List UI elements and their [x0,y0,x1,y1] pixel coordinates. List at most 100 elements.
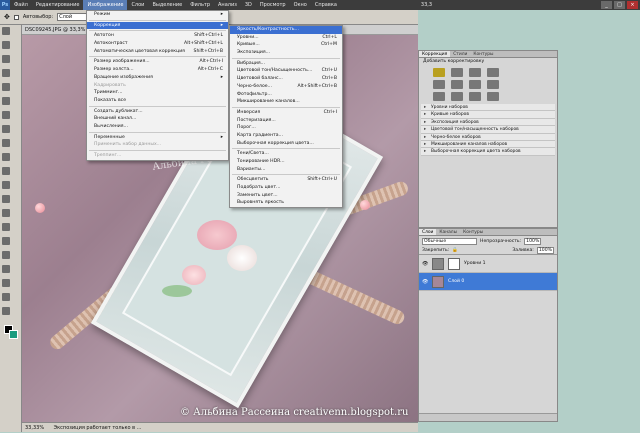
menu-7[interactable]: 3D [241,0,256,10]
correction-menu-item[interactable]: Микширование каналов... [230,98,342,106]
image-menu-item[interactable]: Автотон Shift+Ctrl+L [87,32,228,40]
correction-menu-item[interactable]: Уровни... Ctrl+L [230,34,342,42]
menu-10[interactable]: Справка [311,0,341,10]
posterize-icon[interactable] [487,92,499,101]
tool-hand-icon[interactable] [2,293,10,301]
correction-menu-item[interactable]: Цветовой тон/Насыщенность... Ctrl+U [230,67,342,75]
menu-4[interactable]: Выделение [148,0,186,10]
close-button[interactable]: × [627,1,638,9]
blend-mode-dropdown[interactable]: Обычные [422,237,477,245]
exposure-icon[interactable] [487,68,499,77]
correction-menu-item[interactable]: Экспозиция... [230,49,342,57]
tool-type-icon[interactable] [2,237,10,245]
menu-3[interactable]: Слои [127,0,148,10]
correction-menu-item[interactable]: Карта градиента... [230,132,342,140]
menu-9[interactable]: Окно [290,0,311,10]
layer-row[interactable]: 👁 Слой 0 [419,273,557,291]
image-menu-item[interactable]: Внешний канал... [87,115,228,123]
correction-menu-item[interactable]: Выборочная коррекция цвета... [230,140,342,148]
preset-item[interactable]: Микширование каналов наборов [421,140,555,149]
levels-icon[interactable] [451,68,463,77]
image-menu-item[interactable]: Вычисления... [87,123,228,131]
tool-history-brush-icon[interactable] [2,153,10,161]
color-balance-icon[interactable] [469,80,481,89]
preset-item[interactable]: Цветовой тон/насыщенность наборов [421,126,555,134]
black-white-icon[interactable] [487,80,499,89]
image-menu-item[interactable]: Вращение изображения ▸ [87,74,228,82]
hue-saturation-icon[interactable] [451,80,463,89]
menu-1[interactable]: Редактирование [32,0,84,10]
image-menu-item[interactable]: Размер холста... Alt+Ctrl+C [87,66,228,74]
correction-menu-item[interactable]: Заменить цвет... [230,192,342,200]
opacity-value[interactable]: 100% [524,237,542,245]
menu-5[interactable]: Фильтр [186,0,214,10]
correction-menu-item[interactable]: Инверсия Ctrl+I [230,109,342,117]
autoselect-dropdown[interactable]: Слой [57,13,88,21]
preset-item[interactable]: Экспозиция наборов [421,118,555,127]
correction-menu-item[interactable]: Постеризация... [230,117,342,125]
curves-icon[interactable] [469,68,481,77]
status-zoom[interactable]: 33,33% [25,425,44,431]
correction-menu-item[interactable]: Черно-белое... Alt+Shift+Ctrl+B [230,83,342,91]
tool-marquee-icon[interactable] [2,41,10,49]
tool-eyedropper-icon[interactable] [2,97,10,105]
correction-menu-item[interactable]: Фотофильтр... [230,91,342,99]
image-menu-item[interactable]: Создать дубликат... [87,108,228,116]
background-color-swatch[interactable] [9,330,18,339]
menu-6[interactable]: Анализ [214,0,241,10]
correction-menu-item[interactable]: Цветовой баланс... Ctrl+B [230,75,342,83]
correction-menu-item[interactable]: Подобрать цвет... [230,184,342,192]
menu-2[interactable]: Изображение [83,0,128,10]
tool-crop-icon[interactable] [2,83,10,91]
preset-item[interactable]: Выборочная коррекция цвета наборов [421,148,555,156]
tool-eraser-icon[interactable] [2,167,10,175]
tab-0[interactable]: Коррекция [419,51,451,57]
photo-filter-icon[interactable] [433,92,445,101]
move-tool-icon[interactable]: ✥ [4,13,10,21]
tool-move-icon[interactable] [2,27,10,35]
correction-menu-item[interactable]: Яркость/Контрастность... [230,26,342,34]
autoselect-checkbox[interactable] [13,14,19,20]
correction-menu-item[interactable]: Вибрация... [230,60,342,68]
tool-lasso-icon[interactable] [2,55,10,63]
correction-menu-item[interactable]: Тени/Света... [230,150,342,158]
preset-item[interactable]: Черно-белое наборов [421,133,555,141]
image-menu-item[interactable]: Показать все [87,97,228,105]
tool-healing-icon[interactable] [2,111,10,119]
zoom-readout[interactable]: 33,3 [421,2,432,8]
layer-row[interactable]: 👁 Уровни 1 [419,255,557,273]
tool-shape-icon[interactable] [2,265,10,273]
tool-zoom-icon[interactable] [2,307,10,315]
tool-quickselect-icon[interactable] [2,69,10,77]
correction-menu-item[interactable]: Тонирование HDR... [230,158,342,166]
menu-8[interactable]: Просмотр [256,0,290,10]
channel-mixer-icon[interactable] [451,92,463,101]
tool-stamp-icon[interactable] [2,139,10,147]
tool-brush-icon[interactable] [2,125,10,133]
tool-dodge-icon[interactable] [2,209,10,217]
maximize-button[interactable]: □ [614,1,625,9]
correction-menu-item[interactable]: Варианты... [230,166,342,174]
tab-1[interactable]: Каналы [436,229,460,235]
preset-item[interactable]: Кривые наборов [421,111,555,119]
preset-item[interactable]: Уровни наборов [421,104,555,112]
image-menu-item[interactable]: Размер изображения... Alt+Ctrl+I [87,58,228,66]
correction-menu-item[interactable]: Обесцветить Shift+Ctrl+U [230,176,342,184]
tab-2[interactable]: Контуры [470,51,496,57]
tab-1[interactable]: Стили [450,51,470,57]
tab-2[interactable]: Контуры [460,229,486,235]
tab-0[interactable]: Слои [419,229,437,235]
image-menu-item[interactable]: Автоконтраст Alt+Shift+Ctrl+L [87,40,228,48]
tool-blur-icon[interactable] [2,195,10,203]
image-menu-item[interactable]: Коррекция ▸ [87,21,228,30]
fill-value[interactable]: 100% [536,246,554,254]
eye-icon[interactable]: 👁 [422,261,428,267]
correction-menu-item[interactable]: Порог... [230,124,342,132]
image-menu-item[interactable]: Переменные ▸ [87,134,228,142]
vibrance-icon[interactable] [433,80,445,89]
image-menu-item[interactable]: Тримминг... [87,89,228,97]
eye-icon[interactable]: 👁 [422,279,428,285]
correction-menu-item[interactable]: Выровнять яркость [230,199,342,207]
correction-menu-item[interactable]: Кривые... Ctrl+M [230,41,342,49]
image-menu-item[interactable]: Автоматическая цветовая коррекция Shift+C… [87,48,228,56]
